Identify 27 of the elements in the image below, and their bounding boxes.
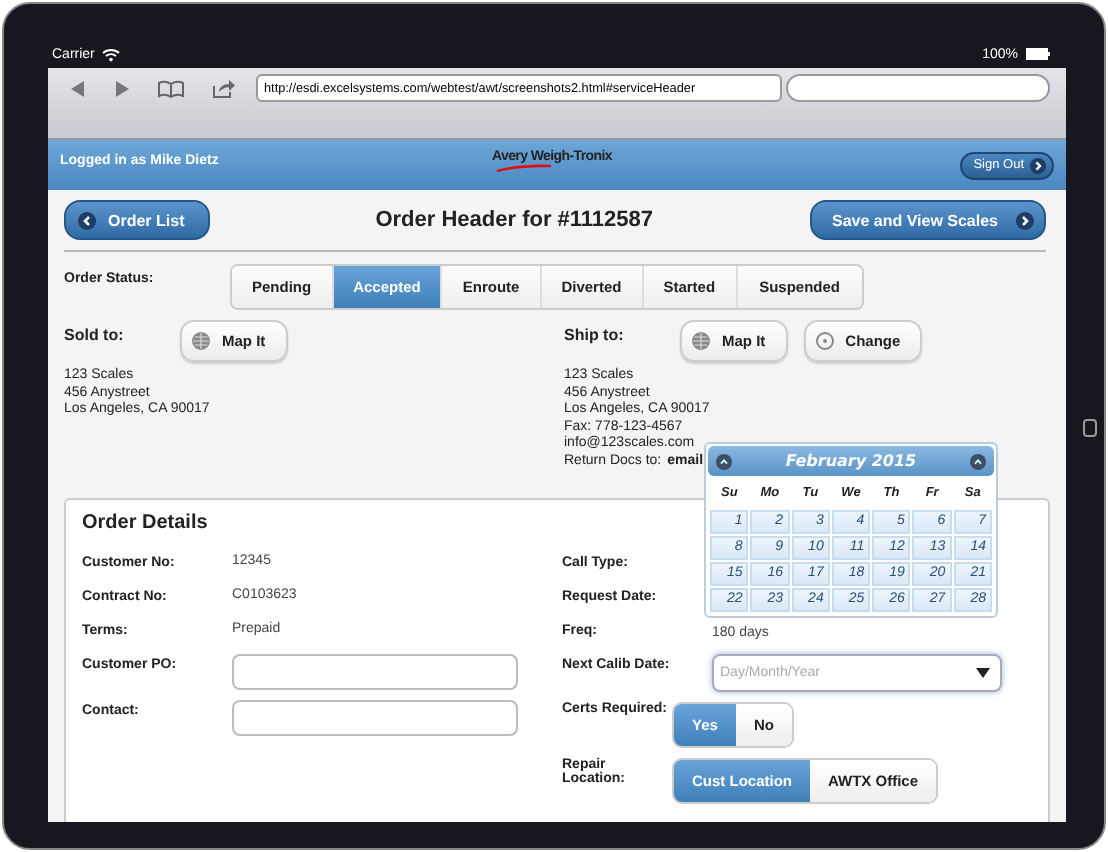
home-button-icon[interactable]	[1082, 418, 1098, 438]
input-field[interactable]	[232, 654, 518, 690]
ship-to-label: Ship to:	[564, 324, 626, 344]
input-field[interactable]	[232, 700, 518, 736]
share-icon[interactable]	[212, 78, 236, 98]
chevron-right-icon	[1016, 211, 1034, 229]
order-details-title: Order Details	[82, 512, 208, 534]
sold-to-label: Sold to:	[64, 324, 126, 344]
page-title: Order Header for #1112587	[375, 208, 654, 232]
dropdown-arrow-icon	[976, 668, 990, 678]
logo-swoosh-icon	[496, 164, 552, 172]
wifi-icon	[102, 47, 121, 61]
globe-icon	[692, 332, 710, 350]
calendar-month-title: February 2015	[785, 452, 917, 470]
save-and-view-scales-button[interactable]: Save and View Scales	[809, 200, 1046, 240]
order-list-button[interactable]: Order List	[64, 200, 211, 240]
search-field[interactable]	[786, 74, 1050, 102]
next-month-icon[interactable]	[970, 453, 986, 469]
forward-icon[interactable]	[114, 79, 130, 97]
book-icon[interactable]	[158, 79, 184, 97]
target-icon	[815, 332, 834, 350]
globe-icon	[192, 332, 210, 350]
back-icon[interactable]	[70, 79, 86, 97]
chevron-left-icon	[78, 211, 96, 229]
previous-month-icon[interactable]	[716, 453, 732, 469]
chevron-right-icon	[1030, 157, 1046, 173]
battery-icon	[1026, 48, 1050, 60]
